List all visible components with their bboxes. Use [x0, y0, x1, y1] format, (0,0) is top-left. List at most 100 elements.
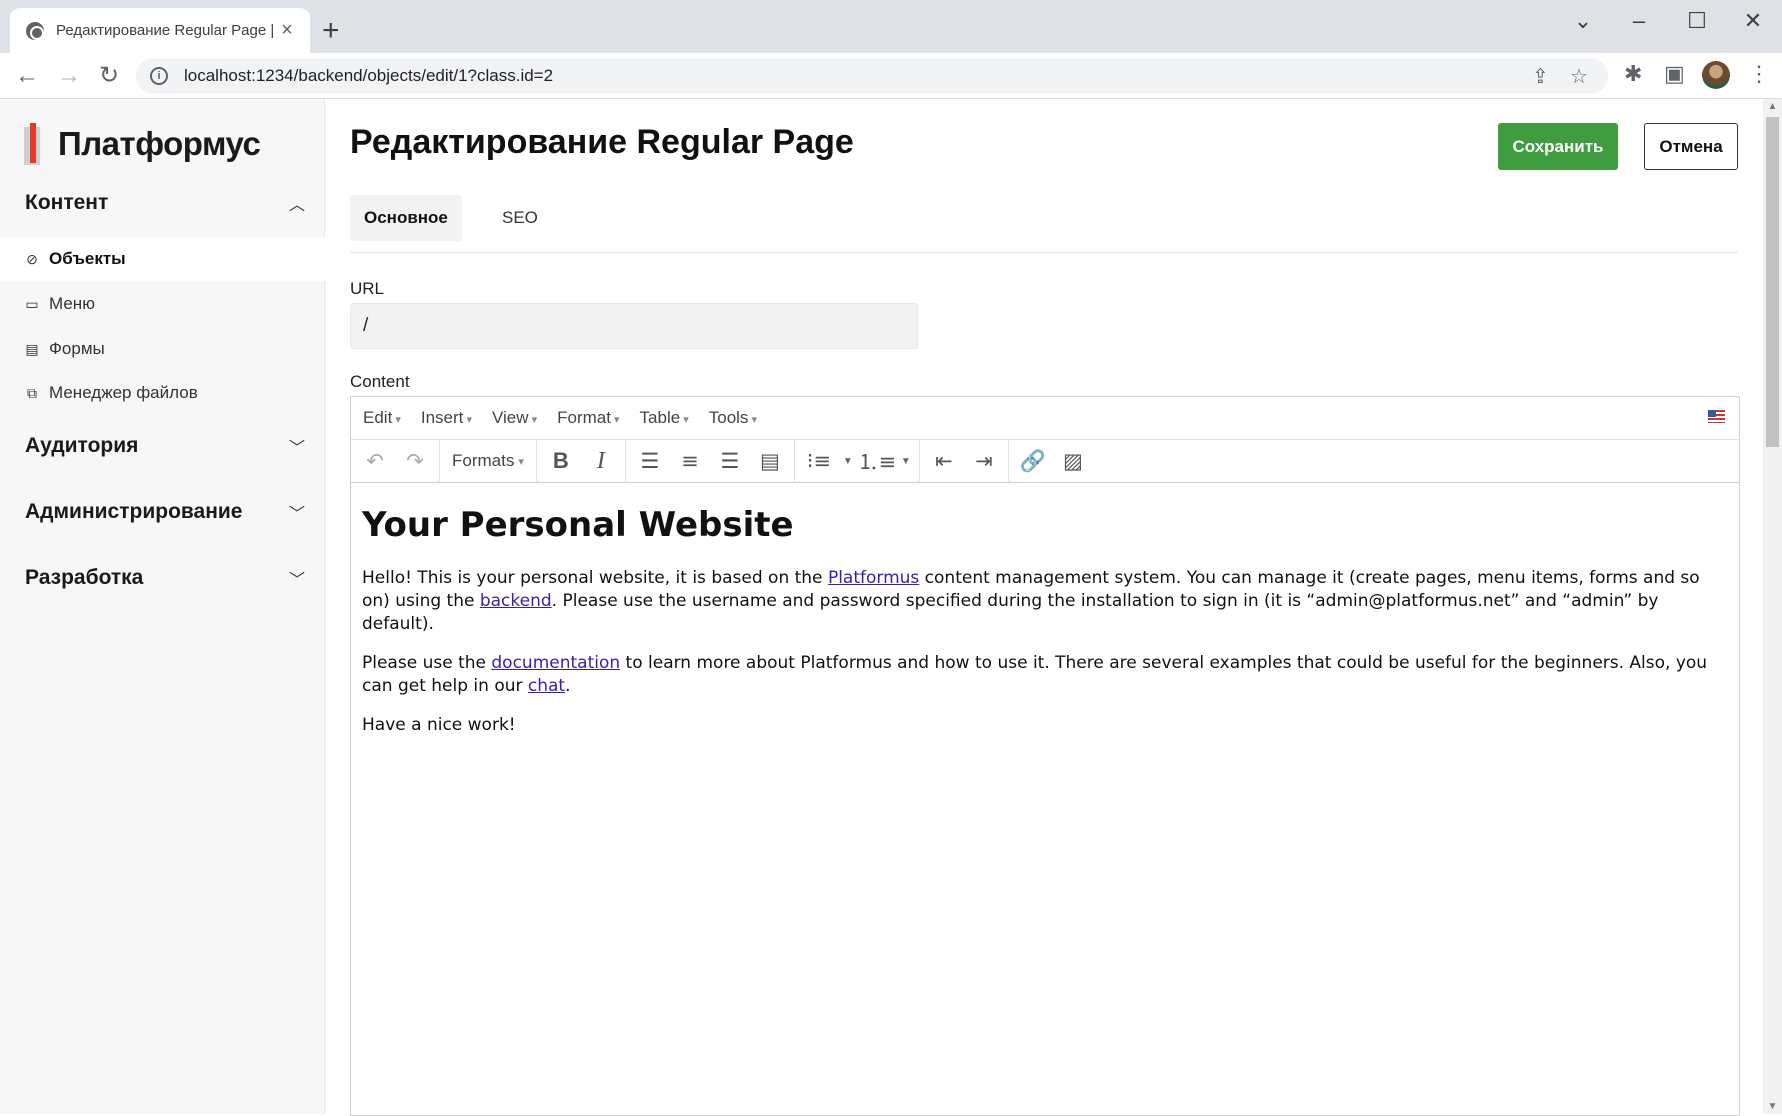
sidebar-item-menu[interactable]: ▭ Меню: [0, 282, 325, 326]
text: Please use the: [362, 653, 492, 673]
chevron-down-icon[interactable]: ▼: [839, 456, 857, 467]
chevron-up-icon: ︿: [288, 197, 305, 214]
share-icon[interactable]: ⇪: [1532, 64, 1549, 89]
browser-tab[interactable]: Редактирование Regular Page | Пл ×: [10, 8, 310, 53]
insert-group: 🔗 ▨: [1009, 440, 1097, 483]
scroll-up-icon[interactable]: ▲: [1763, 101, 1782, 112]
sidebar-item-label: Объекты: [49, 249, 126, 268]
content-label: Content: [350, 372, 410, 391]
maximize-icon[interactable]: ☐: [1682, 8, 1712, 34]
sidebar-item-label: Меню: [49, 294, 95, 313]
sidebar-item-file-manager[interactable]: ⧉ Менеджер файлов: [0, 371, 325, 415]
text: . Please use the username and password s…: [362, 591, 1659, 634]
history-group: ↶ ↷: [351, 439, 440, 483]
tab-search-icon[interactable]: ⌄: [1568, 8, 1598, 34]
outdent-icon[interactable]: ⇤: [924, 444, 964, 478]
content-paragraph: Hello! This is your personal website, it…: [362, 567, 1728, 636]
chevron-down-icon: ﹀: [288, 440, 305, 457]
undo-icon[interactable]: ↶: [355, 444, 395, 478]
url-field[interactable]: [350, 303, 918, 349]
image-icon[interactable]: ▨: [1053, 444, 1093, 478]
align-right-icon[interactable]: ☰: [710, 444, 750, 478]
bookmark-star-icon[interactable]: ☆: [1570, 64, 1588, 89]
link-chat[interactable]: chat: [528, 676, 565, 696]
italic-icon[interactable]: I: [581, 444, 621, 478]
globe-icon: [26, 21, 44, 40]
style-group: B I: [537, 439, 626, 483]
section-label: Разработка: [25, 566, 144, 589]
form-icon: ▤: [25, 340, 39, 357]
menu-tools[interactable]: Tools: [709, 408, 757, 428]
browser-tab-bar: Редактирование Regular Page | Пл × + ⌄ –…: [0, 0, 1782, 53]
sidebar-item-forms[interactable]: ▤ Формы: [0, 327, 325, 371]
text: Hello! This is your personal website, it…: [362, 568, 828, 588]
minimize-icon[interactable]: –: [1624, 8, 1654, 34]
side-panel-icon[interactable]: ▣: [1664, 61, 1685, 87]
section-label: Администрирование: [25, 500, 243, 523]
scroll-down-icon[interactable]: ▼: [1763, 1101, 1782, 1112]
text: .: [565, 676, 571, 696]
tab-title: Редактирование Regular Page | Пл: [56, 22, 276, 39]
page: Платформус Контент ︿ ⊘ Объекты ▭ Меню ▤ …: [0, 99, 1782, 1116]
section-label: Аудитория: [25, 434, 139, 457]
content-paragraph: Have a nice work!: [362, 715, 516, 735]
section-development[interactable]: Разработка ﹀: [25, 566, 305, 590]
page-scrollbar[interactable]: ▲ ▼: [1763, 99, 1782, 1114]
section-audience[interactable]: Аудитория ﹀: [25, 434, 305, 458]
new-tab-icon[interactable]: +: [322, 16, 340, 46]
section-administration[interactable]: Администрирование ﹀: [25, 500, 305, 524]
tab-general[interactable]: Основное: [350, 195, 462, 241]
forward-icon[interactable]: →: [54, 61, 84, 91]
link-backend[interactable]: backend: [480, 591, 552, 611]
sidebar-item-label: Формы: [49, 339, 105, 358]
language-flag-icon[interactable]: [1708, 410, 1725, 423]
content-heading: Your Personal Website: [362, 505, 794, 545]
link-icon[interactable]: 🔗: [1013, 444, 1053, 478]
main-content: Редактирование Regular Page Сохранить От…: [350, 99, 1740, 1116]
sidebar-item-objects[interactable]: ⊘ Объекты: [0, 237, 325, 281]
browser-toolbar: ← → ↻ i localhost:1234/backend/objects/e…: [0, 53, 1782, 99]
menu-format[interactable]: Format: [557, 408, 619, 428]
form-tabs: Основное SEO: [350, 195, 1738, 253]
link-documentation[interactable]: documentation: [491, 653, 620, 673]
rich-text-editor: Edit Insert View Format Table Tools ↶ ↷ …: [350, 396, 1740, 1116]
close-window-icon[interactable]: ✕: [1738, 8, 1768, 34]
menu-edit[interactable]: Edit: [363, 408, 401, 428]
redo-icon[interactable]: ↷: [395, 444, 435, 478]
address-bar[interactable]: i localhost:1234/backend/objects/edit/1?…: [136, 58, 1608, 94]
chevron-down-icon[interactable]: ▼: [897, 456, 915, 467]
reload-icon[interactable]: ↻: [94, 61, 124, 91]
bullet-list-icon[interactable]: ⁝≡: [799, 444, 839, 478]
numbered-list-icon[interactable]: ⒈≡: [857, 444, 897, 478]
save-button[interactable]: Сохранить: [1498, 123, 1618, 170]
align-group: ☰ ≡ ☰ ▤: [626, 439, 795, 483]
align-justify-icon[interactable]: ▤: [750, 444, 790, 478]
menu-view[interactable]: View: [492, 408, 537, 428]
indent-icon[interactable]: ⇥: [964, 444, 1004, 478]
url-label: URL: [350, 279, 385, 298]
address-url[interactable]: localhost:1234/backend/objects/edit/1?cl…: [184, 66, 553, 86]
chevron-down-icon: ﹀: [288, 572, 305, 589]
site-info-icon[interactable]: i: [150, 67, 168, 85]
chevron-down-icon: ﹀: [288, 506, 305, 523]
cancel-button[interactable]: Отмена: [1644, 123, 1738, 170]
menu-insert[interactable]: Insert: [421, 408, 472, 428]
logo[interactable]: Платформус: [24, 123, 261, 165]
close-tab-icon[interactable]: ×: [276, 19, 298, 42]
link-platformus[interactable]: Platformus: [828, 568, 919, 588]
browser-menu-icon[interactable]: ⋮: [1748, 61, 1770, 87]
indent-group: ⇤ ⇥: [920, 439, 1009, 483]
editor-content[interactable]: Your Personal Website Hello! This is you…: [351, 483, 1739, 771]
scrollbar-thumb[interactable]: [1766, 117, 1779, 447]
align-left-icon[interactable]: ☰: [630, 444, 670, 478]
menu-table[interactable]: Table: [640, 408, 689, 428]
tab-seo[interactable]: SEO: [488, 195, 552, 241]
bold-icon[interactable]: B: [541, 444, 581, 478]
profile-avatar[interactable]: [1702, 61, 1730, 89]
extensions-icon[interactable]: ✱: [1624, 61, 1642, 87]
align-center-icon[interactable]: ≡: [670, 444, 710, 478]
tag-icon: ⊘: [26, 250, 38, 267]
back-icon[interactable]: ←: [12, 61, 42, 91]
section-content[interactable]: Контент ︿: [25, 191, 305, 215]
formats-dropdown[interactable]: Formats: [444, 444, 532, 478]
